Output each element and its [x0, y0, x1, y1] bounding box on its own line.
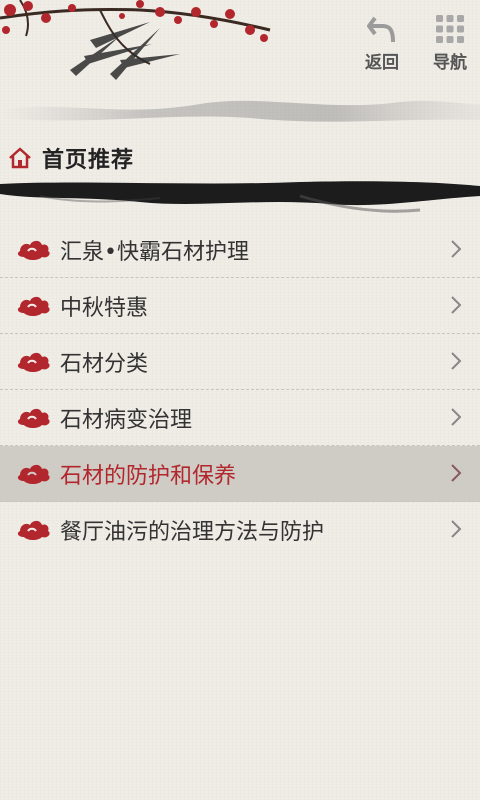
list-item-label: 汇泉•快霸石材护理 — [60, 240, 249, 265]
guide-label: 导航 — [433, 53, 467, 73]
list-item-label: 中秋特惠 — [60, 296, 149, 321]
chevron-right-icon — [451, 464, 462, 482]
chevron-right-icon — [451, 520, 462, 538]
header: 返回 导航 — [0, 0, 480, 128]
list-item[interactable]: 餐厅油污的治理方法与防护 — [0, 502, 480, 557]
cloud-icon — [17, 520, 50, 540]
cloud-icon — [17, 408, 50, 428]
plum-blossom-art — [0, 0, 480, 122]
list-item[interactable]: 石材分类 — [0, 334, 480, 390]
list-item[interactable]: 汇泉•快霸石材护理 — [0, 222, 480, 278]
section-header: 首页推荐 — [0, 138, 480, 178]
cloud-icon — [17, 464, 50, 484]
chevron-right-icon — [451, 408, 462, 426]
chevron-right-icon — [451, 352, 462, 370]
list-item-label: 石材的防护和保养 — [60, 464, 237, 489]
ink-brush-divider — [0, 181, 480, 213]
grid-icon — [436, 15, 464, 43]
back-label: 返回 — [365, 53, 399, 73]
cloud-icon — [17, 352, 50, 372]
list-item[interactable]: 中秋特惠 — [0, 278, 480, 334]
back-arrow-icon — [367, 16, 395, 43]
section-title: 首页推荐 — [42, 147, 135, 173]
cloud-icon — [17, 240, 50, 260]
recommend-list: 汇泉•快霸石材护理 中秋特惠 石材分类 石材病变治理 石材的防护和保养 餐厅油污… — [0, 222, 480, 557]
guide-button[interactable]: 导航 — [424, 14, 476, 74]
home-icon — [9, 147, 31, 169]
back-button[interactable]: 返回 — [356, 14, 408, 74]
chevron-right-icon — [451, 240, 462, 258]
list-item-label: 石材病变治理 — [60, 408, 193, 433]
list-item-label: 石材分类 — [60, 352, 149, 377]
list-item-selected[interactable]: 石材的防护和保养 — [0, 446, 480, 502]
list-item[interactable]: 石材病变治理 — [0, 390, 480, 446]
cloud-icon — [17, 296, 50, 316]
chevron-right-icon — [451, 296, 462, 314]
list-item-label: 餐厅油污的治理方法与防护 — [60, 520, 325, 545]
